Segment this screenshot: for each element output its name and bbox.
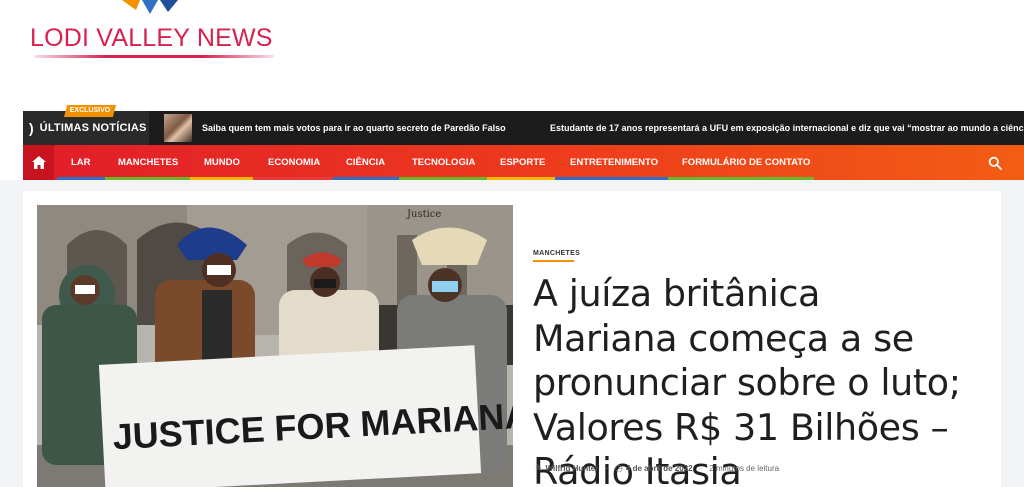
exclusive-badge: EXCLUSIVO	[64, 105, 116, 117]
article-category[interactable]: MANCHETES	[533, 250, 580, 257]
nav-item-esporte[interactable]: ESPORTE	[500, 145, 545, 180]
category-underline	[533, 260, 574, 262]
logo-mark-icon	[122, 0, 178, 14]
home-icon	[31, 156, 46, 169]
article-meta: ✎ Wilfrid Hunter · ◷ 4 de abril de 2022 …	[535, 462, 779, 474]
nav-item-lar[interactable]: LAR	[71, 145, 91, 180]
article-date: 4 de abril de 2022	[625, 463, 693, 473]
meta-separator: ·	[605, 463, 609, 473]
ticker-item[interactable]: Saiba quem tem mais votos para ir ao qua…	[202, 111, 506, 145]
breaking-news-label-text: ÚLTIMAS NOTÍCIAS	[39, 122, 147, 134]
ticker-thumbnail[interactable]	[164, 114, 192, 142]
nav-item-mundo[interactable]: MUNDO	[204, 145, 240, 180]
justice-sign: Justice	[406, 209, 441, 220]
nav-item-entretenimento[interactable]: ENTRETENIMENTO	[570, 145, 658, 180]
article-author[interactable]: Wilfrid Hunter	[546, 464, 599, 473]
article-headline[interactable]: A juíza britânica Mariana começa a se pr…	[533, 272, 973, 487]
featured-article-image[interactable]: Justice JUSTICE FOR MARIANA	[37, 205, 513, 487]
meta-separator: ·	[699, 463, 703, 473]
ticker-item[interactable]: Estudante de 17 anos representará a UFU …	[550, 111, 1024, 145]
logo-underline	[34, 55, 274, 58]
search-icon[interactable]	[988, 156, 1002, 170]
nav-item-ciencia[interactable]: CIÊNCIA	[346, 145, 385, 180]
nav-item-formulario-de-contato[interactable]: FORMULÁRIO DE CONTATO	[682, 145, 810, 180]
nav-home-button[interactable]	[23, 145, 54, 180]
site-header: LODI VALLEY NEWS	[0, 0, 1024, 111]
edit-icon: ✎	[535, 462, 543, 473]
clock-icon: ◷	[615, 462, 623, 473]
nav-item-manchetes[interactable]: MANCHETES	[118, 145, 178, 180]
breaking-news-bar: ) ÚLTIMAS NOTÍCIAS Saiba quem tem mais v…	[23, 111, 1024, 145]
nav-item-tecnologia[interactable]: TECNOLOGIA	[412, 145, 475, 180]
nav-item-economia[interactable]: ECONOMIA	[268, 145, 320, 180]
article-read-time: 2 minutos de leitura	[709, 463, 780, 473]
main-navigation: LAR MANCHETES MUNDO ECONOMIA CIÊNCIA TEC…	[23, 145, 1024, 180]
site-logo[interactable]: LODI VALLEY NEWS	[30, 24, 273, 53]
bracket-icon: )	[29, 120, 34, 136]
